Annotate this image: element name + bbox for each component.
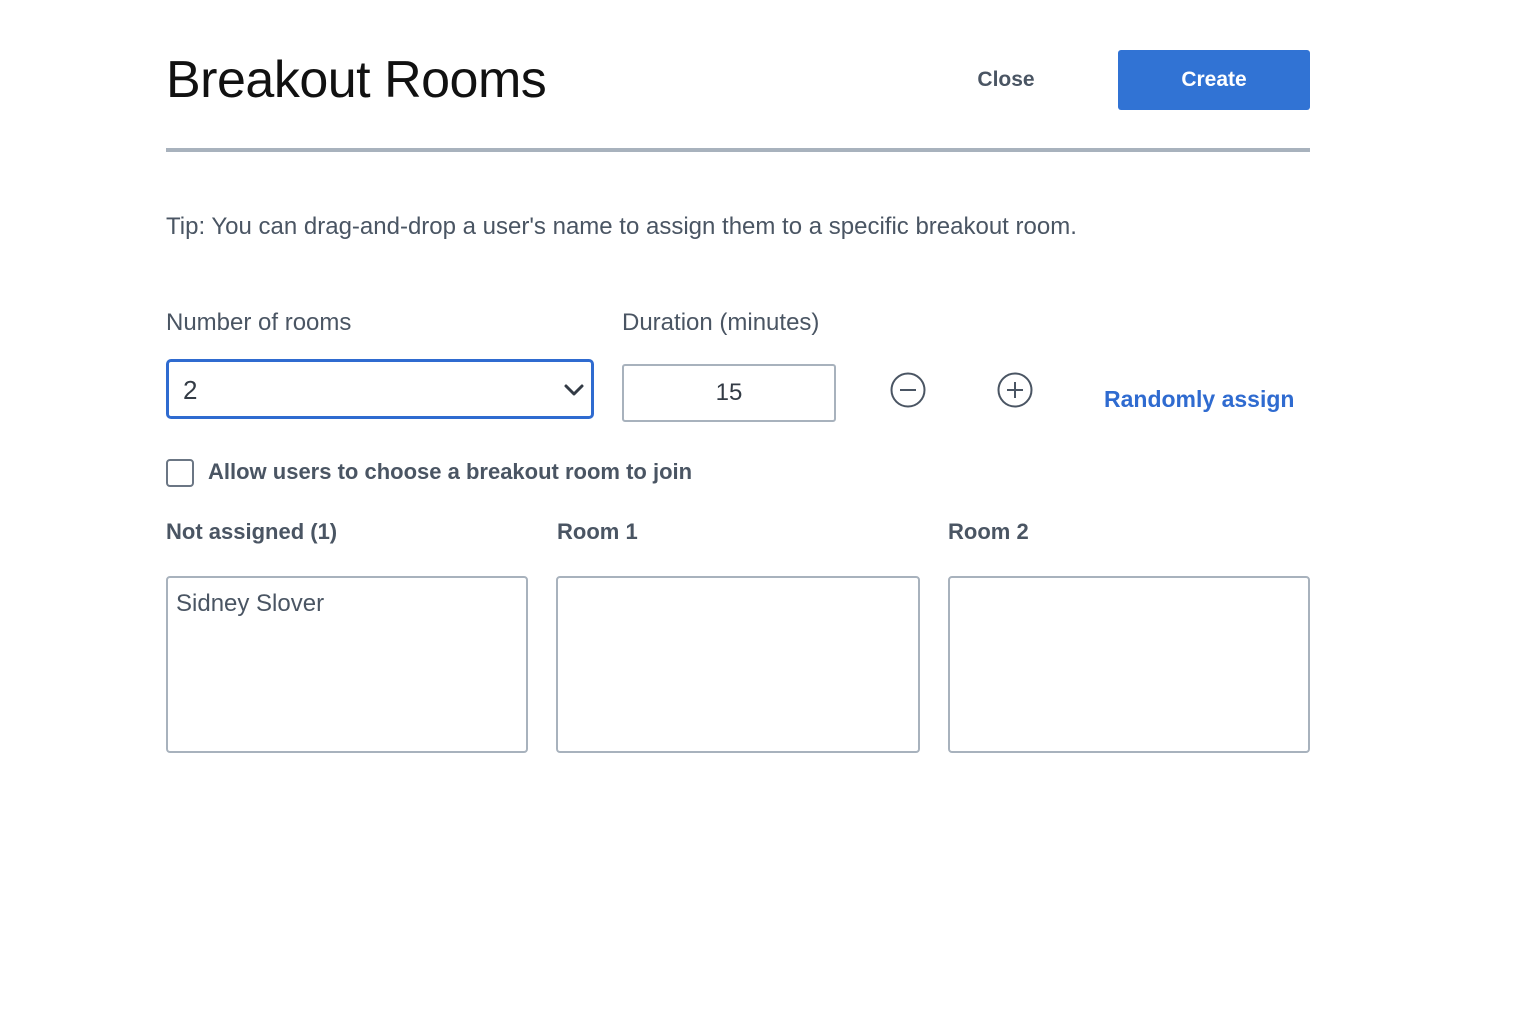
decrease-duration-button[interactable] [888, 370, 928, 410]
duration-label: Duration (minutes) [622, 309, 820, 336]
increase-duration-button[interactable] [995, 370, 1035, 410]
tip-text: Tip: You can drag-and-drop a user's name… [166, 213, 1077, 240]
page-title: Breakout Rooms [166, 51, 547, 109]
duration-input[interactable] [622, 364, 836, 422]
chevron-down-icon [564, 384, 584, 396]
room-1-label: Room 1 [557, 519, 638, 544]
not-assigned-dropzone[interactable]: Sidney Slover [166, 576, 528, 753]
close-button[interactable]: Close [946, 50, 1066, 110]
user-item[interactable]: Sidney Slover [176, 588, 324, 620]
number-of-rooms-select[interactable]: 2 [166, 359, 594, 419]
plus-circle-icon [997, 372, 1033, 408]
header-divider [166, 148, 1310, 152]
room-1-dropzone[interactable] [556, 576, 920, 753]
randomly-assign-link[interactable]: Randomly assign [1104, 383, 1294, 415]
number-of-rooms-value: 2 [183, 375, 198, 405]
create-button[interactable]: Create [1118, 50, 1310, 110]
allow-choose-room-checkbox[interactable] [166, 459, 194, 487]
number-of-rooms-label: Number of rooms [166, 309, 352, 336]
minus-circle-icon [890, 372, 926, 408]
modal-header: Breakout Rooms Close Create [166, 40, 1310, 120]
allow-choose-room-label: Allow users to choose a breakout room to… [208, 459, 693, 484]
room-2-dropzone[interactable] [948, 576, 1310, 753]
not-assigned-label: Not assigned (1) [166, 519, 338, 544]
breakout-rooms-modal: Breakout Rooms Close Create Tip: You can… [166, 0, 1310, 1018]
room-2-label: Room 2 [948, 519, 1029, 544]
